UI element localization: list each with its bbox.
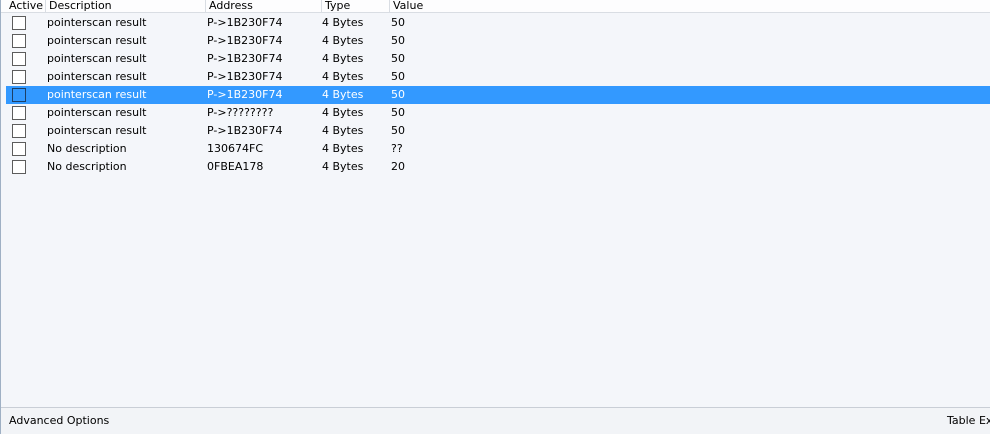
row-type: 4 Bytes xyxy=(322,124,364,137)
table-row[interactable]: No description 130674FC 4 Bytes?? xyxy=(6,140,990,158)
row-value: 50 xyxy=(391,88,405,101)
row-address: 0FBEA178 xyxy=(207,160,264,173)
active-checkbox[interactable] xyxy=(12,142,26,156)
row-type: 4 Bytes xyxy=(322,142,364,155)
active-checkbox[interactable] xyxy=(12,70,26,84)
cheat-table-panel: Active Description Address Type Value po… xyxy=(0,0,990,434)
row-value: 50 xyxy=(391,34,405,47)
active-checkbox[interactable] xyxy=(12,160,26,174)
table-row[interactable]: pointerscan result P->1B230F74 4 Bytes 50 xyxy=(6,86,990,104)
row-type: 4 Bytes xyxy=(322,16,364,29)
row-value: 50 xyxy=(391,16,405,29)
table-row[interactable]: pointerscan result P->1B230F74 4 Bytes 50 xyxy=(6,68,990,86)
row-address: P->1B230F74 xyxy=(207,124,283,137)
row-value: 50 xyxy=(391,52,405,65)
row-type: 4 Bytes xyxy=(322,34,364,47)
table-row[interactable]: pointerscan result P->1B230F74 4 Bytes 50 xyxy=(6,122,990,140)
row-value: 50 xyxy=(391,124,405,137)
row-address: P->1B230F74 xyxy=(207,16,283,29)
row-address: P->???????? xyxy=(207,106,274,119)
table-row[interactable]: pointerscan result P->1B230F74 4 Bytes 50 xyxy=(6,32,990,50)
active-checkbox[interactable] xyxy=(12,52,26,66)
column-header-address[interactable]: Address xyxy=(206,0,322,13)
active-checkbox[interactable] xyxy=(12,16,26,30)
column-header-value[interactable]: Value xyxy=(390,0,990,13)
row-description: pointerscan result xyxy=(47,34,147,47)
column-header-type[interactable]: Type xyxy=(322,0,390,13)
table-row[interactable]: pointerscan result P->1B230F74 4 Bytes 50 xyxy=(6,14,990,32)
column-header-active[interactable]: Active xyxy=(6,0,46,13)
table-row[interactable]: pointerscan result P->???????? 4 Bytes 50 xyxy=(6,104,990,122)
table-header: Active Description Address Type Value xyxy=(1,0,990,13)
table-row[interactable]: No description 0FBEA178 4 Bytes 20 xyxy=(6,158,990,176)
row-value: 50 xyxy=(391,106,405,119)
row-description: pointerscan result xyxy=(47,16,147,29)
row-description: No description xyxy=(47,142,127,155)
row-description: pointerscan result xyxy=(47,124,147,137)
table-row[interactable]: pointerscan result P->1B230F74 4 Bytes 50 xyxy=(6,50,990,68)
active-checkbox[interactable] xyxy=(12,88,26,102)
row-type: 4 Bytes xyxy=(322,70,364,83)
row-value: 20 xyxy=(391,160,405,173)
row-description: No description xyxy=(47,160,127,173)
advanced-options-button[interactable]: Advanced Options xyxy=(9,414,109,427)
row-value: 50 xyxy=(391,70,405,83)
table-extras-button[interactable]: Table Ex xyxy=(947,414,990,427)
row-description: pointerscan result xyxy=(47,70,147,83)
row-description: pointerscan result xyxy=(47,52,147,65)
row-description: pointerscan result xyxy=(47,88,147,101)
row-value: ?? xyxy=(391,142,403,155)
row-address: P->1B230F74 xyxy=(207,70,283,83)
row-type: 4 Bytes xyxy=(322,160,364,173)
row-type: 4 Bytes xyxy=(322,52,364,65)
active-checkbox[interactable] xyxy=(12,34,26,48)
row-address: P->1B230F74 xyxy=(207,88,283,101)
column-header-description[interactable]: Description xyxy=(46,0,206,13)
row-address: 130674FC xyxy=(207,142,263,155)
row-address: P->1B230F74 xyxy=(207,34,283,47)
active-checkbox[interactable] xyxy=(12,106,26,120)
active-checkbox[interactable] xyxy=(12,124,26,138)
row-address: P->1B230F74 xyxy=(207,52,283,65)
bottom-bar: Advanced Options Table Ex xyxy=(1,407,990,434)
row-type: 4 Bytes xyxy=(322,106,364,119)
row-type: 4 Bytes xyxy=(322,88,364,101)
row-description: pointerscan result xyxy=(47,106,147,119)
